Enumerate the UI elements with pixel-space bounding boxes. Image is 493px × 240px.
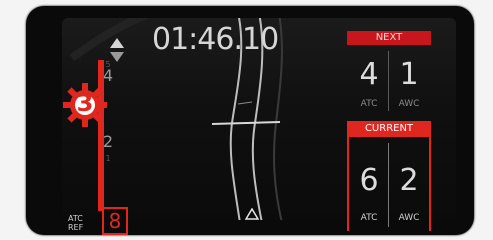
atc-ref-label-top: ATC (68, 214, 83, 223)
current-atc-value: 6 (359, 163, 379, 198)
next-awc-value: 1 (399, 57, 419, 92)
current-awc-value: 2 (399, 163, 419, 198)
next-header: NEXT (347, 31, 431, 45)
atc-ref-label: ATC REF (68, 214, 83, 232)
current-atc-label: ATC (360, 213, 378, 223)
next-awc-label: AWC (398, 99, 420, 109)
lap-time: 01:46.10 (152, 22, 279, 57)
triangle-marker-icon (245, 208, 259, 220)
atc-ref-value: 8 (102, 207, 128, 235)
next-atc-label: ATC (360, 99, 378, 109)
gear-accent-bar (98, 60, 104, 211)
current-header: CURRENT (347, 121, 431, 137)
current-awc-label: AWC (398, 213, 420, 223)
traction-panel: NEXT 4 1 ATC AWC CURRENT 6 2 ATC AWC (347, 31, 431, 231)
track-sector-line (211, 121, 281, 125)
atc-ref-label-bottom: REF (68, 223, 84, 232)
next-atc-value: 4 (359, 57, 379, 92)
